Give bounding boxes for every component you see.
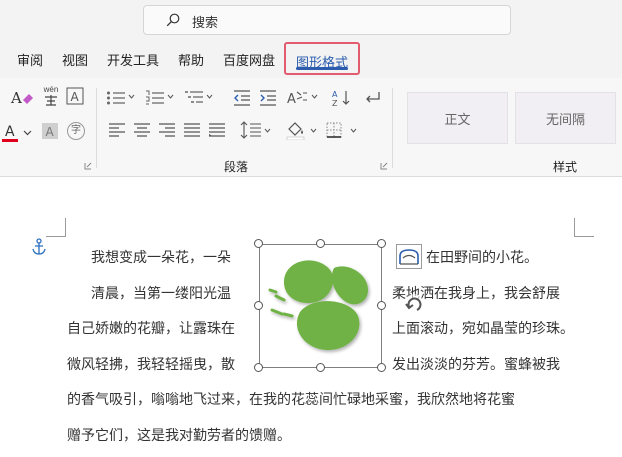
clear-formatting-icon[interactable]: A <box>8 88 36 108</box>
enclose-characters-icon[interactable]: 字 <box>67 122 85 140</box>
style-no-spacing-label: 无间隔 <box>545 112 585 127</box>
distributed-icon[interactable] <box>209 123 225 137</box>
layout-options-button[interactable] <box>396 244 422 269</box>
chevron-down-icon[interactable] <box>23 130 32 136</box>
style-no-spacing[interactable]: 无间隔 <box>515 92 616 144</box>
chevron-down-icon[interactable] <box>206 94 213 100</box>
chevron-down-icon[interactable] <box>350 128 357 134</box>
paragraph-line-3-left: 自己娇嫩的花瓣，让露珠在 <box>67 321 235 337</box>
borders-icon[interactable] <box>326 122 342 138</box>
tab-shape-format[interactable]: 图形格式 <box>284 42 360 75</box>
paragraph-line-5: 的香气吸引，嗡嗡地飞过来，在我的花蕊间忙碌地采蜜，我欣然地将花蜜 <box>67 392 515 408</box>
paragraph-line-4-left: 微风轻拂，我轻轻摇曳，散 <box>67 357 235 373</box>
phonetic-base-glyph <box>45 95 57 106</box>
line-spacing-icon[interactable] <box>240 121 262 139</box>
title-bar: 搜索 <box>0 0 622 42</box>
tab-developer[interactable]: 开发工具 <box>107 52 159 70</box>
paragraph-marks-icon[interactable] <box>363 90 381 106</box>
paragraph-line-1-right: 在田野间的小花。 <box>426 250 538 266</box>
tab-help[interactable]: 帮助 <box>178 52 204 70</box>
numbering-icon[interactable] <box>145 90 165 106</box>
anchor-icon[interactable] <box>31 238 47 256</box>
rotate-handle-icon[interactable] <box>403 293 425 315</box>
search-icon <box>166 13 180 27</box>
tab-review[interactable]: 审阅 <box>17 52 43 70</box>
separator <box>96 88 97 168</box>
chevron-down-icon[interactable] <box>128 94 135 100</box>
chevron-down-icon[interactable] <box>310 128 317 134</box>
resize-handle-top-left[interactable] <box>254 239 263 248</box>
search-box[interactable]: 搜索 <box>143 5 511 35</box>
align-right-icon[interactable] <box>159 123 175 137</box>
group-label-paragraph: 段落 <box>224 160 249 174</box>
svg-text:Z: Z <box>332 99 338 108</box>
chinese-layout-icon[interactable]: A <box>287 89 309 107</box>
resize-handle-bottom-left[interactable] <box>254 363 263 372</box>
svg-text:A: A <box>287 92 296 107</box>
ribbon: A wén A A A 字 A A Z 段落 正文 无间隔 样式 <box>0 78 622 177</box>
svg-text:A: A <box>332 90 338 99</box>
paragraph-line-4-right: 发出淡淡的芬芳。蜜蜂被我 <box>392 357 560 373</box>
chevron-down-icon[interactable] <box>264 128 271 134</box>
ribbon-tabs: 审阅 视图 开发工具 帮助 百度网盘 图形格式 <box>0 42 622 78</box>
font-dialog-launcher-icon[interactable] <box>84 162 92 170</box>
resize-handle-right[interactable] <box>377 301 386 310</box>
enclose-characters-glyph: 字 <box>71 125 81 136</box>
resize-handle-top[interactable] <box>316 239 325 248</box>
paragraph-line-6: 赠予它们，这是我对勤劳者的馈赠。 <box>67 428 291 444</box>
leaf-shape[interactable] <box>262 252 378 362</box>
crop-mark-top-left <box>46 218 66 237</box>
tab-baidu-netdisk[interactable]: 百度网盘 <box>223 52 275 70</box>
layout-options-icon <box>399 249 419 265</box>
justify-icon[interactable] <box>184 123 200 137</box>
resize-handle-bottom-right[interactable] <box>377 363 386 372</box>
svg-text:A: A <box>10 89 22 107</box>
phonetic-guide-icon[interactable]: wén <box>40 85 62 107</box>
style-normal[interactable]: 正文 <box>407 92 508 144</box>
multilevel-list-icon[interactable] <box>184 90 204 106</box>
align-center-icon[interactable] <box>134 123 150 137</box>
decrease-indent-icon[interactable] <box>233 90 251 106</box>
chevron-down-icon[interactable] <box>167 94 174 100</box>
font-color-icon[interactable]: A <box>2 122 22 144</box>
crop-mark-top-right <box>574 218 594 237</box>
paragraph-line-2-left: 清晨，当第一缕阳光温 <box>91 286 231 302</box>
svg-text:A: A <box>46 125 55 139</box>
paragraph-line-1-left: 我想变成一朵花，一朵 <box>91 250 231 266</box>
svg-text:A: A <box>5 124 15 140</box>
paragraph-line-3-right: 上面滚动，宛如晶莹的珍珠。 <box>392 321 574 337</box>
resize-handle-bottom[interactable] <box>316 363 325 372</box>
separator <box>392 88 393 168</box>
increase-indent-icon[interactable] <box>259 90 277 106</box>
search-placeholder: 搜索 <box>192 15 219 30</box>
shading-icon[interactable] <box>286 120 306 140</box>
style-normal-label: 正文 <box>444 112 471 127</box>
paragraph-dialog-launcher-icon[interactable] <box>380 162 388 170</box>
resize-handle-top-right[interactable] <box>377 239 386 248</box>
tab-view[interactable]: 视图 <box>62 52 88 70</box>
align-left-icon[interactable] <box>109 123 125 137</box>
chevron-down-icon[interactable] <box>311 94 318 100</box>
resize-handle-left[interactable] <box>254 301 263 310</box>
character-border-icon[interactable]: A <box>66 87 84 105</box>
group-label-styles: 样式 <box>553 160 578 174</box>
character-shading-icon[interactable]: A <box>42 123 58 139</box>
bullets-icon[interactable] <box>106 90 126 106</box>
active-tab-underline <box>296 67 348 70</box>
sort-icon[interactable]: A Z <box>332 88 352 108</box>
svg-text:A: A <box>71 90 80 104</box>
